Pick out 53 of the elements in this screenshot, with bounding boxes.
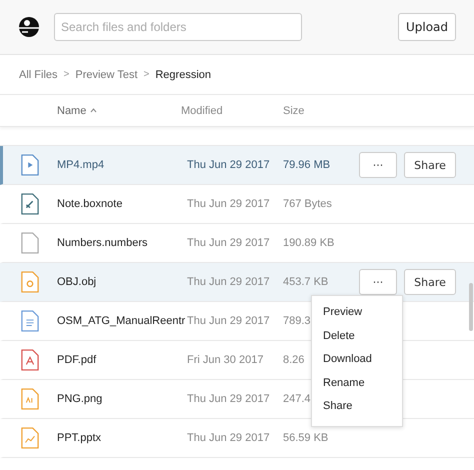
modified-date: Fri Jun 30 2017: [187, 354, 264, 366]
breadcrumb-separator: >: [144, 69, 150, 80]
file-icon: [21, 232, 39, 254]
breadcrumb-separator: >: [64, 69, 70, 80]
column-header[interactable]: Modified: [181, 104, 223, 116]
file-size: 789.3: [283, 315, 311, 327]
breadcrumb-link[interactable]: Regression: [155, 68, 211, 80]
file-size: 767 Bytes: [283, 198, 332, 210]
breadcrumb-link[interactable]: All Files: [19, 68, 58, 80]
menu-item[interactable]: Download: [312, 349, 402, 372]
file-icon: [21, 154, 39, 176]
file-size: 56.59 KB: [283, 432, 328, 444]
file-name: MP4.mp4: [57, 159, 106, 171]
file-row[interactable]: MP4.mp4 Thu Jun 29 2017 79.96 MB ··· Share: [0, 146, 474, 185]
modified-date: Thu Jun 29 2017: [187, 432, 271, 444]
menu-item[interactable]: Share: [312, 396, 402, 420]
share-button[interactable]: Share: [404, 269, 456, 295]
more-button[interactable]: ···: [359, 269, 397, 295]
search-field[interactable]: Search files and folders: [54, 13, 302, 41]
file-name: Numbers.numbers: [57, 237, 148, 249]
file-size: 8.26: [283, 354, 304, 366]
file-row[interactable]: OBJ.obj Thu Jun 29 2017 453.7 KB ··· Share: [0, 263, 474, 302]
modified-date: Thu Jun 29 2017: [187, 276, 271, 288]
modified-date: Thu Jun 29 2017: [187, 393, 271, 405]
file-size: 453.7 KB: [283, 276, 328, 288]
file-size: 79.96 MB: [283, 159, 330, 171]
column-header[interactable]: Name: [57, 104, 86, 116]
file-name: Note.boxnote: [57, 198, 124, 210]
file-icon: [21, 349, 39, 371]
scrollbar-thumb[interactable]: [469, 283, 473, 331]
file-name: PNG.png: [57, 393, 104, 405]
file-size: 190.89 KB: [283, 237, 334, 249]
file-name: OBJ.obj: [57, 276, 98, 288]
file-icon: [21, 310, 39, 332]
breadcrumb-link[interactable]: Preview Test: [75, 68, 138, 80]
more-button[interactable]: ···: [359, 152, 397, 178]
logo-icon: [18, 16, 40, 38]
file-size: 247.4: [283, 393, 311, 405]
file-name: OSM_ATG_ManualReentr: [57, 315, 186, 327]
column-header[interactable]: Size: [283, 104, 304, 116]
modified-date: Thu Jun 29 2017: [187, 198, 271, 210]
modified-date: Thu Jun 29 2017: [187, 237, 271, 249]
file-icon: [21, 388, 39, 410]
modified-date: Thu Jun 29 2017: [187, 159, 271, 171]
upload-button[interactable]: Upload: [398, 13, 456, 41]
share-button[interactable]: Share: [404, 152, 456, 178]
file-name: PDF.pdf: [57, 354, 98, 366]
modified-date: Thu Jun 29 2017: [187, 315, 271, 327]
file-icon: [21, 271, 39, 293]
file-icon: [21, 427, 39, 449]
file-name: PPT.pptx: [57, 432, 102, 444]
file-icon: [21, 193, 39, 215]
menu-item[interactable]: Preview: [312, 302, 402, 326]
